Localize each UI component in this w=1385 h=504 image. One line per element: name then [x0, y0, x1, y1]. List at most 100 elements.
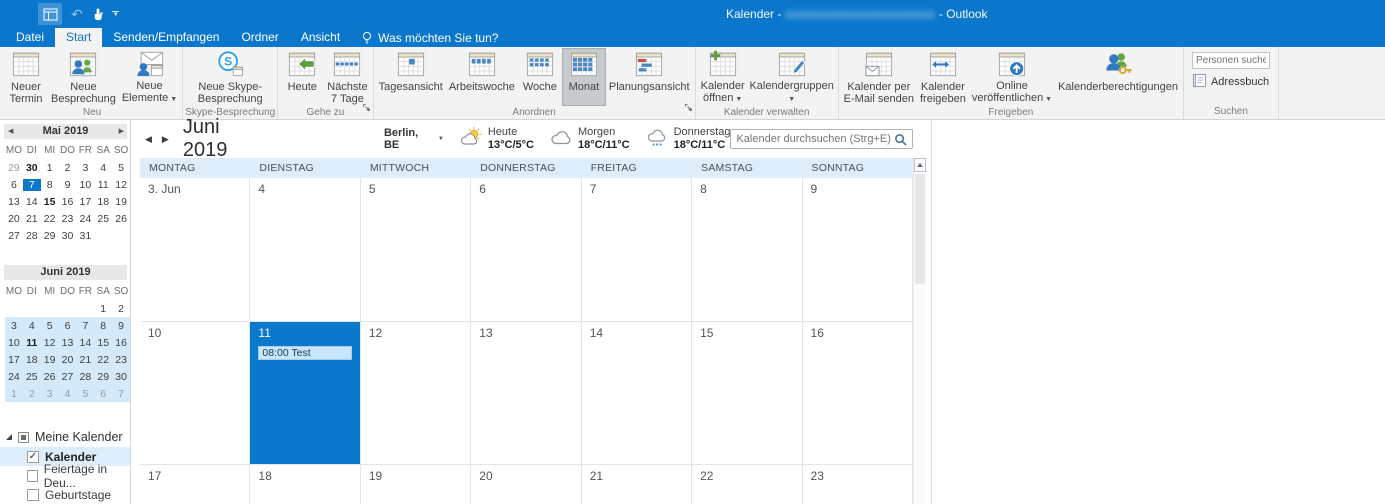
calendar-list-item-geburtstage[interactable]: Geburtstage [0, 485, 130, 504]
mini-day-18[interactable]: 18 [94, 196, 112, 208]
day-cell-19[interactable]: 19 [361, 465, 471, 504]
search-icon[interactable] [894, 133, 907, 146]
mini-day-29[interactable]: 29 [94, 371, 112, 383]
mini-day-18[interactable]: 18 [23, 354, 41, 366]
weather-morgen[interactable]: Morgen18°C/11°C [549, 126, 630, 152]
mini-day-9[interactable]: 9 [112, 320, 130, 332]
online-veroeffentlichen-button[interactable]: Onlineveröffentlichen ▼ [969, 48, 1055, 106]
mini-day-5[interactable]: 5 [41, 320, 59, 332]
customize-qat-icon[interactable]: ▼ [112, 11, 119, 18]
mini-day-16[interactable]: 16 [59, 196, 77, 208]
mini-day-14[interactable]: 14 [76, 337, 94, 349]
monat-button[interactable]: Monat [562, 48, 606, 106]
mini-day-15[interactable]: 15 [94, 337, 112, 349]
day-cell-20[interactable]: 20 [471, 465, 581, 504]
day-cell-15[interactable]: 15 [692, 322, 802, 464]
touch-mode-icon[interactable]: ▾ [92, 8, 104, 21]
mini-day-30[interactable]: 30 [23, 162, 41, 174]
weather-donnerstag[interactable]: Donnerstag18°C/11°C [645, 126, 731, 152]
mini-day-3[interactable]: 3 [41, 388, 59, 400]
my-calendars-header[interactable]: Meine Kalender [0, 427, 130, 447]
day-cell-3-jun[interactable]: 3. Jun [140, 178, 250, 321]
day-cell-18[interactable]: 18 [250, 465, 360, 504]
mini-prev-month-button[interactable]: ◀ [8, 124, 13, 139]
mini-day-17[interactable]: 17 [5, 354, 23, 366]
mini-day-24[interactable]: 24 [76, 213, 94, 225]
woche-button[interactable]: Woche [518, 48, 562, 106]
tab-senden-empfangen[interactable]: Senden/Empfangen [102, 28, 230, 47]
undo-icon[interactable]: ↶ [71, 7, 83, 21]
mini-day-31[interactable]: 31 [76, 230, 94, 242]
mini-day-28[interactable]: 28 [76, 371, 94, 383]
mini-next-month-button[interactable]: ▶ [119, 124, 124, 139]
mini-day-28[interactable]: 28 [23, 230, 41, 242]
kalender-freigeben-button[interactable]: Kalenderfreigeben [917, 48, 969, 106]
dialog-launcher-icon[interactable] [684, 99, 693, 117]
day-cell-23[interactable]: 23 [803, 465, 913, 504]
day-cell-14[interactable]: 14 [582, 322, 692, 464]
vertical-scrollbar[interactable] [913, 158, 926, 504]
mini-day-7[interactable]: 7 [76, 320, 94, 332]
mini-day-11[interactable]: 11 [23, 337, 41, 349]
mini-day-10[interactable]: 10 [76, 179, 94, 191]
mini-day-12[interactable]: 12 [112, 179, 130, 191]
day-cell-10[interactable]: 10 [140, 322, 250, 464]
mini-day-25[interactable]: 25 [23, 371, 41, 383]
planungsansicht-button[interactable]: Planungsansicht [606, 48, 693, 106]
address-book-button[interactable]: Adressbuch [1192, 73, 1269, 91]
mini-day-9[interactable]: 9 [59, 179, 77, 191]
kalender-per-e-mail-senden-button[interactable]: Kalender perE-Mail senden [841, 48, 917, 106]
day-cell-5[interactable]: 5 [361, 178, 471, 321]
mini-day-19[interactable]: 19 [112, 196, 130, 208]
day-cell-17[interactable]: 17 [140, 465, 250, 504]
mini-day-15[interactable]: 15 [41, 196, 59, 208]
mini-day-13[interactable]: 13 [5, 196, 23, 208]
calendar-search-input[interactable] [736, 133, 894, 145]
mini-day-2[interactable]: 2 [59, 162, 77, 174]
mini-day-1[interactable]: 1 [5, 388, 23, 400]
mini-day-27[interactable]: 27 [59, 371, 77, 383]
heute-button[interactable]: Heute [280, 48, 324, 106]
mini-day-30[interactable]: 30 [59, 230, 77, 242]
day-cell-21[interactable]: 21 [582, 465, 692, 504]
weather-location-dropdown[interactable]: Berlin, BE▼ [384, 127, 444, 151]
mini-day-26[interactable]: 26 [112, 213, 130, 225]
mini-day-5[interactable]: 5 [112, 162, 130, 174]
day-cell-6[interactable]: 6 [471, 178, 581, 321]
checkbox[interactable] [27, 470, 38, 482]
kalenderberechtigungen-button[interactable]: Kalenderberechtigungen [1055, 48, 1181, 106]
mini-day-6[interactable]: 6 [94, 388, 112, 400]
next-month-button[interactable]: ▶ [157, 130, 174, 149]
neue-skype-besprechung-button[interactable]: SNeue Skype-Besprechung [195, 48, 266, 106]
mini-day-3[interactable]: 3 [5, 320, 23, 332]
mini-day-3[interactable]: 3 [76, 162, 94, 174]
tab-datei[interactable]: Datei [5, 28, 55, 47]
tab-ansicht[interactable]: Ansicht [290, 28, 351, 47]
mini-day-29[interactable]: 29 [5, 162, 23, 174]
mini-day-11[interactable]: 11 [94, 179, 112, 191]
day-cell-4[interactable]: 4 [250, 178, 360, 321]
tell-me-assistant[interactable]: Was möchten Sie tun? [351, 28, 508, 47]
mini-day-14[interactable]: 14 [23, 196, 41, 208]
mini-day-17[interactable]: 17 [76, 196, 94, 208]
mini-day-23[interactable]: 23 [112, 354, 130, 366]
previous-month-button[interactable]: ◀ [140, 130, 157, 149]
calendar-list-item-feiertage-in-deu[interactable]: Feiertage in Deu... [0, 466, 130, 485]
mini-day-20[interactable]: 20 [5, 213, 23, 225]
day-cell-13[interactable]: 13 [471, 322, 581, 464]
neue-besprechung-button[interactable]: NeueBesprechung [48, 48, 119, 106]
mini-day-30[interactable]: 30 [112, 371, 130, 383]
mini-day-13[interactable]: 13 [59, 337, 77, 349]
mini-day-21[interactable]: 21 [76, 354, 94, 366]
weather-heute[interactable]: Heute13°C/5°C [459, 126, 534, 152]
tagesansicht-button[interactable]: Tagesansicht [376, 48, 446, 106]
tab-start[interactable]: Start [55, 28, 102, 47]
mini-day-4[interactable]: 4 [59, 388, 77, 400]
arbeitswoche-button[interactable]: Arbeitswoche [446, 48, 518, 106]
mini-day-6[interactable]: 6 [5, 179, 23, 191]
day-cell-12[interactable]: 12 [361, 322, 471, 464]
day-cell-11[interactable]: 1108:00 Test [250, 322, 360, 464]
mini-day-25[interactable]: 25 [94, 213, 112, 225]
neuer-termin-button[interactable]: NeuerTermin [4, 48, 48, 106]
mini-day-8[interactable]: 8 [94, 320, 112, 332]
